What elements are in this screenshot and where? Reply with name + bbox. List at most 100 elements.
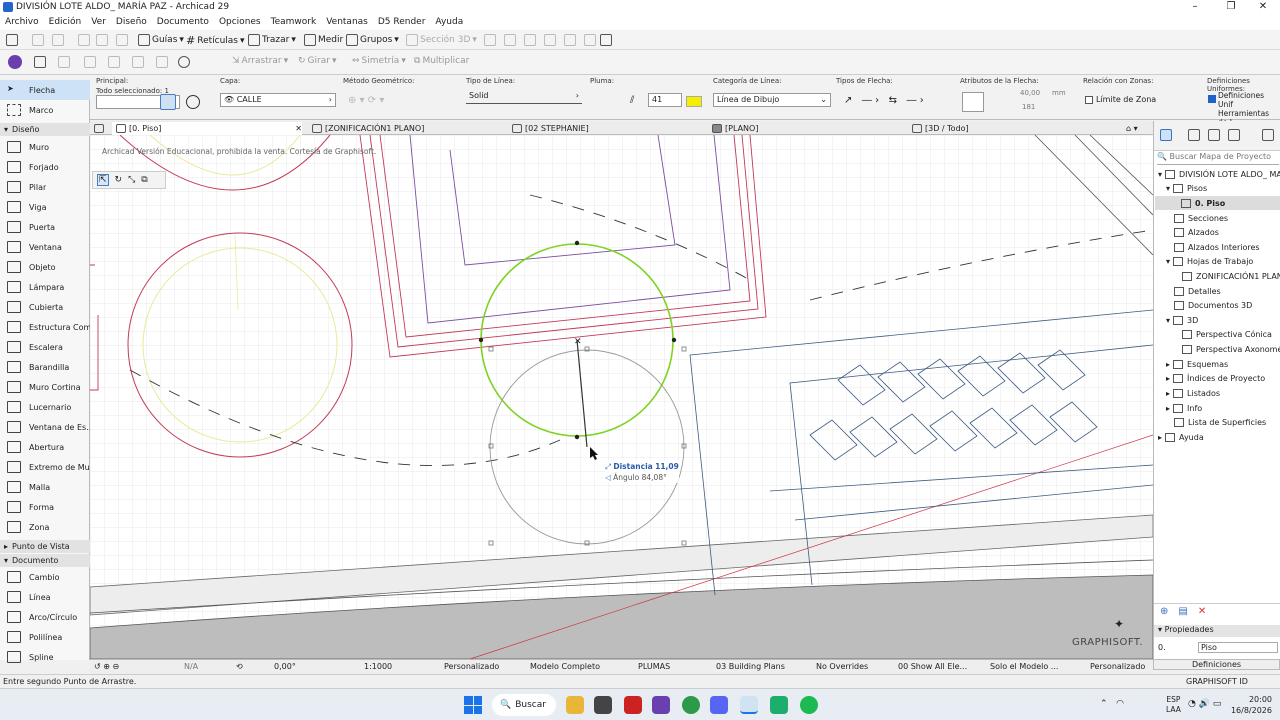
trim-icon[interactable]	[484, 34, 496, 46]
view-map-icon[interactable]	[1188, 129, 1200, 141]
tab-stephanie[interactable]: [02 STEPHANIE]	[512, 122, 589, 135]
tab-zonificacion[interactable]: [ZONIFICACIÓN1 PLANO]	[312, 122, 424, 135]
trace-button[interactable]: Trazar ▾	[248, 34, 296, 46]
view-angle-value[interactable]: 0,00°	[274, 662, 296, 671]
nav-listados[interactable]: ▸ Listados	[1166, 386, 1220, 400]
tool-marquee[interactable]: Marco	[0, 100, 90, 120]
geometry-method-icons[interactable]: ⊕ ▾ ⟳ ▾	[348, 95, 408, 109]
nav-indices[interactable]: ▸ Índices de Proyecto	[1166, 371, 1265, 385]
app-icon-1[interactable]	[594, 696, 612, 714]
arrow-size-icon[interactable]	[962, 92, 984, 112]
nav-info[interactable]: ▸ Info	[1166, 401, 1202, 415]
arrow-type-icons[interactable]: ↗ ― › ⇆ ― ›	[844, 95, 924, 106]
adjust-icon[interactable]	[524, 34, 536, 46]
clone-icon[interactable]: ▤	[1178, 606, 1187, 617]
distance-value[interactable]: 11,09	[655, 462, 679, 471]
rotate-toggle-icon[interactable]	[160, 94, 176, 110]
inject-icon[interactable]	[96, 34, 108, 46]
tab-close-icon[interactable]: ✕	[295, 124, 302, 133]
floor-plan-canvas[interactable]: ✕ Archicad Versión Educacional, prohibid…	[90, 135, 1153, 659]
zone-boundary-checkbox[interactable]	[1085, 96, 1093, 104]
nav-alzados[interactable]: Alzados	[1174, 225, 1219, 239]
pen-color-swatch[interactable]	[686, 96, 702, 107]
tool-objeto[interactable]: Objeto	[0, 257, 90, 277]
offset-icon[interactable]	[584, 34, 596, 46]
acrobat-icon[interactable]	[624, 696, 642, 714]
minimize-icon[interactable]: –	[1178, 0, 1212, 14]
tool-cubierta[interactable]: Cubierta	[0, 297, 90, 317]
taskbar-search[interactable]: 🔍 Buscar	[492, 694, 556, 716]
app-icon-purple[interactable]	[652, 696, 670, 714]
menu-edicion[interactable]: Edición	[44, 17, 87, 27]
nav-project[interactable]: ▾DIVISIÓN LOTE ALDO_ MARÍA	[1158, 167, 1280, 181]
tool-arrow[interactable]: ➤ Flecha	[0, 80, 90, 100]
nav-zonificacion[interactable]: ZONIFICACIÓN1 PLANO (	[1182, 269, 1280, 283]
line-category-select[interactable]: Línea de Dibujo ⌄	[713, 93, 831, 107]
tool-escalera[interactable]: Escalera	[0, 337, 90, 357]
whatsapp-icon[interactable]	[770, 696, 788, 714]
uniform-settings-checkbox[interactable]	[1208, 95, 1216, 103]
tab-3d[interactable]: [3D / Todo]	[912, 122, 969, 135]
tool-lámpara[interactable]: Lámpara	[0, 277, 90, 297]
user-avatar[interactable]	[8, 55, 22, 69]
nav-perspectiva-axonometrica[interactable]: Perspectiva Axonométrica	[1182, 342, 1280, 356]
arrow-size-value[interactable]: 40,00	[1020, 89, 1040, 97]
measure-button[interactable]: Medir	[304, 34, 343, 46]
language-indicator[interactable]: ESP LAA	[1166, 695, 1181, 715]
add-view-icon[interactable]: ⊕	[1160, 606, 1168, 617]
menu-ventanas[interactable]: Ventanas	[321, 17, 373, 27]
custom-settings[interactable]: Personalizado	[1090, 662, 1145, 671]
nav-alzados-interiores[interactable]: Alzados Interiores	[1174, 240, 1260, 254]
delete-icon[interactable]: ✕	[1198, 606, 1206, 617]
nav-superficies[interactable]: Lista de Superficies	[1174, 415, 1266, 429]
line-type-select[interactable]: Solid ›	[466, 90, 582, 104]
nav-3d[interactable]: ▾ 3D	[1166, 313, 1198, 327]
tool-extremo-de-mu[interactable]: Extremo de Mu...	[0, 457, 90, 477]
nav-documentos-3d[interactable]: Documentos 3D	[1174, 298, 1252, 312]
zoom-value[interactable]: N/A	[184, 662, 198, 671]
graphisoft-id[interactable]: GRAPHISOFT ID	[1186, 677, 1248, 686]
pet-move-icon[interactable]: ⇱	[97, 174, 109, 186]
layer-select[interactable]: 👁 CALLE ›	[220, 93, 336, 107]
menu-opciones[interactable]: Opciones	[214, 17, 266, 27]
graphic-overrides[interactable]: No Overrides	[816, 662, 868, 671]
tab-options-icon[interactable]	[94, 122, 104, 135]
spotify-icon[interactable]	[800, 696, 818, 714]
viewpoint-section-header[interactable]: ▸ Punto de Vista	[0, 540, 90, 553]
tool-puerta[interactable]: Puerta	[0, 217, 90, 237]
model-view-options[interactable]: 03 Building Plans	[716, 662, 785, 671]
tool-forjado[interactable]: Forjado	[0, 157, 90, 177]
pen-set[interactable]: PLUMAS	[638, 662, 670, 671]
tool-barandilla[interactable]: Barandilla	[0, 357, 90, 377]
grids-button[interactable]: # Retículas ▾	[186, 34, 245, 47]
tool-pilar[interactable]: Pilar	[0, 177, 90, 197]
nav-hojas[interactable]: ▾ Hojas de Trabajo	[1166, 254, 1253, 268]
menu-diseno[interactable]: Diseño	[111, 17, 152, 27]
nav-perspectiva-conica[interactable]: Perspectiva Cónica	[1182, 327, 1272, 341]
teamwork-icon[interactable]	[156, 56, 168, 68]
groups-button[interactable]: Grupos ▾	[346, 34, 399, 46]
renovation-filter[interactable]: 00 Show All Ele...	[898, 662, 967, 671]
file-explorer-icon[interactable]	[566, 696, 584, 714]
navigator-search[interactable]: 🔍 Buscar Mapa de Proyecto	[1157, 152, 1279, 165]
tray-icons[interactable]: ⌃ ◠	[1100, 699, 1130, 709]
nav-ayuda[interactable]: ▸ Ayuda	[1158, 430, 1204, 444]
tab-menu-icon[interactable]: ⌂ ▾	[1126, 122, 1138, 135]
tool-polilínea[interactable]: Polilínea	[0, 627, 90, 647]
pet-rotate-icon[interactable]: ↻	[115, 175, 123, 185]
tool-spline[interactable]: Spline	[0, 647, 90, 667]
guides-button[interactable]: Guías ▾	[138, 34, 184, 46]
menu-documento[interactable]: Documento	[152, 17, 214, 27]
tool-viga[interactable]: Viga	[0, 197, 90, 217]
menu-ver[interactable]: Ver	[86, 17, 111, 27]
nav-secciones[interactable]: Secciones	[1174, 211, 1228, 225]
fillet-icon[interactable]	[564, 34, 576, 46]
scale-value[interactable]: 1:1000	[364, 662, 392, 671]
angle-value[interactable]: 84,08°	[642, 473, 667, 482]
multiply-button[interactable]: ⧉ Multiplicar	[414, 56, 469, 66]
pet-copy-icon[interactable]: ⧉	[141, 175, 147, 185]
publisher-icon[interactable]	[1228, 129, 1240, 141]
section-3d-button[interactable]: Sección 3D ▾	[406, 34, 477, 46]
pick-up-icon[interactable]	[78, 34, 90, 46]
open-icon[interactable]	[6, 34, 18, 46]
